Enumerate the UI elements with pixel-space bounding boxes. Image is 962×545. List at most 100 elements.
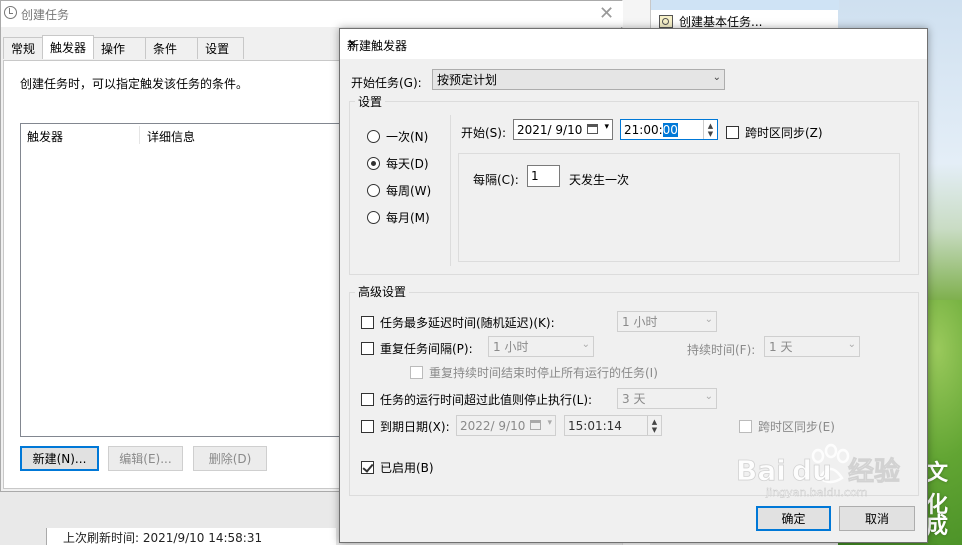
radio-weekly[interactable]: 每周(W): [367, 182, 431, 199]
stop-at-end-checkbox[interactable]: 重复持续时间结束时停止所有运行的任务(I): [410, 364, 658, 381]
checkbox-box: [361, 342, 374, 355]
create-task-titlebar: 创建任务 ✕: [1, 1, 623, 27]
task-icon: [659, 14, 673, 28]
duration-value: 1 天: [769, 340, 793, 354]
last-refresh-text: 上次刷新时间: 2021/9/10 14:58:31: [63, 531, 263, 545]
checkbox-box: [739, 420, 752, 433]
sync-timezone-checkbox[interactable]: 跨时区同步(Z): [726, 124, 823, 141]
cancel-button[interactable]: 取消: [839, 506, 915, 531]
radio-weekly-label: 每周(W): [386, 184, 432, 198]
repeat-select[interactable]: 1 小时 ⌄: [488, 336, 594, 357]
checkbox-box: [361, 420, 374, 433]
every-suffix: 天发生一次: [569, 173, 630, 187]
every-days-input[interactable]: 1: [527, 165, 560, 187]
create-basic-task-label: 创建基本任务...: [679, 14, 763, 29]
ok-button[interactable]: 确定: [756, 506, 831, 531]
tab-general[interactable]: 常规: [3, 37, 44, 59]
radio-monthly[interactable]: 每月(M): [367, 209, 430, 226]
radio-once[interactable]: 一次(N): [367, 128, 428, 145]
start-task-value: 按预定计划: [437, 73, 498, 87]
start-date-value: 2021/ 9/10: [517, 122, 583, 137]
new-trigger-button[interactable]: 新建(N)...: [20, 446, 99, 471]
close-icon[interactable]: ✕: [599, 3, 614, 24]
duration-label: 持续时间(F):: [687, 343, 756, 357]
create-task-title: 创建任务: [21, 7, 70, 22]
calendar-icon: [530, 420, 541, 430]
radio-once-label: 一次(N): [386, 130, 429, 144]
wallpaper-text-2: 成为: [926, 514, 949, 539]
checkbox-box: [361, 393, 374, 406]
stop-longer-select[interactable]: 3 天 ⌄: [617, 388, 717, 409]
time-spinner[interactable]: ▲ ▼: [647, 416, 661, 435]
triggers-list[interactable]: 触发器 详细信息: [20, 123, 360, 437]
watermark-cn: 经验: [848, 456, 900, 487]
start-time-selected: 00: [662, 122, 678, 137]
column-trigger[interactable]: 触发器: [27, 128, 63, 145]
enabled-checkbox[interactable]: 已启用(B): [361, 459, 434, 476]
chevron-down-icon: ⌄: [581, 339, 590, 350]
stop-at-end-label: 重复持续时间结束时停止所有运行的任务(I): [429, 366, 658, 380]
radio-monthly-label: 每月(M): [386, 211, 430, 225]
watermark-logo: Bai du 经验 jingyan.baidu.com: [736, 443, 900, 499]
chevron-down-icon: ▾: [547, 418, 552, 428]
repeat-value: 1 小时: [493, 340, 529, 354]
expire-checkbox[interactable]: 到期日期(X):: [361, 418, 450, 435]
every-label: 每隔(C):: [473, 173, 519, 187]
tab-actions[interactable]: 操作: [93, 37, 147, 59]
repeat-label: 重复任务间隔(P):: [380, 342, 473, 356]
delay-label: 任务最多延迟时间(随机延迟)(K):: [380, 316, 555, 330]
start-date-picker[interactable]: 2021/ 9/10 ▾: [513, 119, 613, 140]
time-spinner[interactable]: ▲ ▼: [703, 120, 717, 139]
chevron-down-icon: ▾: [604, 122, 609, 132]
settings-group-label: 设置: [355, 93, 386, 110]
chevron-down-icon: ⌄: [704, 391, 713, 402]
enabled-label: 已启用(B): [380, 461, 434, 475]
watermark-brand: Bai: [736, 454, 786, 487]
start-task-select[interactable]: 按预定计划 ⌄: [432, 69, 725, 90]
expire-time-input[interactable]: 15:01:14 ▲ ▼: [564, 415, 662, 436]
radio-dot: [367, 184, 380, 197]
tab-settings[interactable]: 设置: [197, 37, 245, 59]
chevron-down-icon: ⌄: [704, 314, 713, 325]
checkbox-box: [361, 461, 374, 474]
radio-dot: [367, 211, 380, 224]
tab-triggers[interactable]: 触发器: [42, 35, 95, 59]
radio-dot: [367, 157, 380, 170]
radio-daily-label: 每天(D): [386, 157, 429, 171]
every-days-value: 1: [531, 169, 539, 183]
tab-conditions[interactable]: 条件: [145, 37, 199, 59]
column-details[interactable]: 详细信息: [147, 128, 195, 145]
expire-sync-checkbox[interactable]: 跨时区同步(E): [739, 418, 835, 435]
chevron-down-icon: ⌄: [847, 339, 856, 350]
chevron-down-icon: ⌄: [712, 72, 721, 83]
sync-timezone-label: 跨时区同步(Z): [745, 126, 823, 140]
watermark-url: jingyan.baidu.com: [765, 486, 868, 498]
close-icon[interactable]: ✕: [347, 37, 357, 51]
triggers-description: 创建任务时，可以指定触发该任务的条件。: [20, 77, 249, 91]
repeat-checkbox[interactable]: 重复任务间隔(P):: [361, 340, 473, 357]
dialog-titlebar: 新建触发器 ✕: [340, 29, 927, 59]
expire-label: 到期日期(X):: [380, 420, 450, 434]
duration-select[interactable]: 1 天 ⌄: [764, 336, 860, 357]
delay-checkbox[interactable]: 任务最多延迟时间(随机延迟)(K):: [361, 314, 555, 331]
clock-icon: [4, 6, 17, 19]
delay-select[interactable]: 1 小时 ⌄: [617, 311, 717, 332]
edit-trigger-button[interactable]: 编辑(E)...: [108, 446, 183, 471]
advanced-group-label: 高级设置: [355, 283, 410, 300]
expire-time-value: 15:01:14: [568, 418, 622, 433]
expire-date-picker[interactable]: 2022/ 9/10 ▾: [456, 415, 556, 436]
stop-longer-checkbox[interactable]: 任务的运行时间超过此值则停止执行(L):: [361, 391, 592, 408]
checkbox-box: [361, 316, 374, 329]
checkbox-box: [410, 366, 423, 379]
watermark-brand2: du: [792, 454, 832, 487]
tab-strip: 常规 触发器 操作 条件 设置: [3, 35, 245, 60]
radio-daily[interactable]: 每天(D): [367, 155, 429, 172]
start-label: 开始(S):: [461, 126, 507, 140]
calendar-icon: [587, 124, 598, 134]
start-time-input[interactable]: 21:00: 00 ▲ ▼: [620, 119, 718, 140]
expire-sync-label: 跨时区同步(E): [758, 420, 835, 434]
baidu-watermark: Bai du 经验 jingyan.baidu.com: [730, 438, 910, 499]
start-time-value: 21:00:: [624, 122, 663, 137]
delete-trigger-button[interactable]: 删除(D): [193, 446, 267, 471]
radio-dot: [367, 130, 380, 143]
